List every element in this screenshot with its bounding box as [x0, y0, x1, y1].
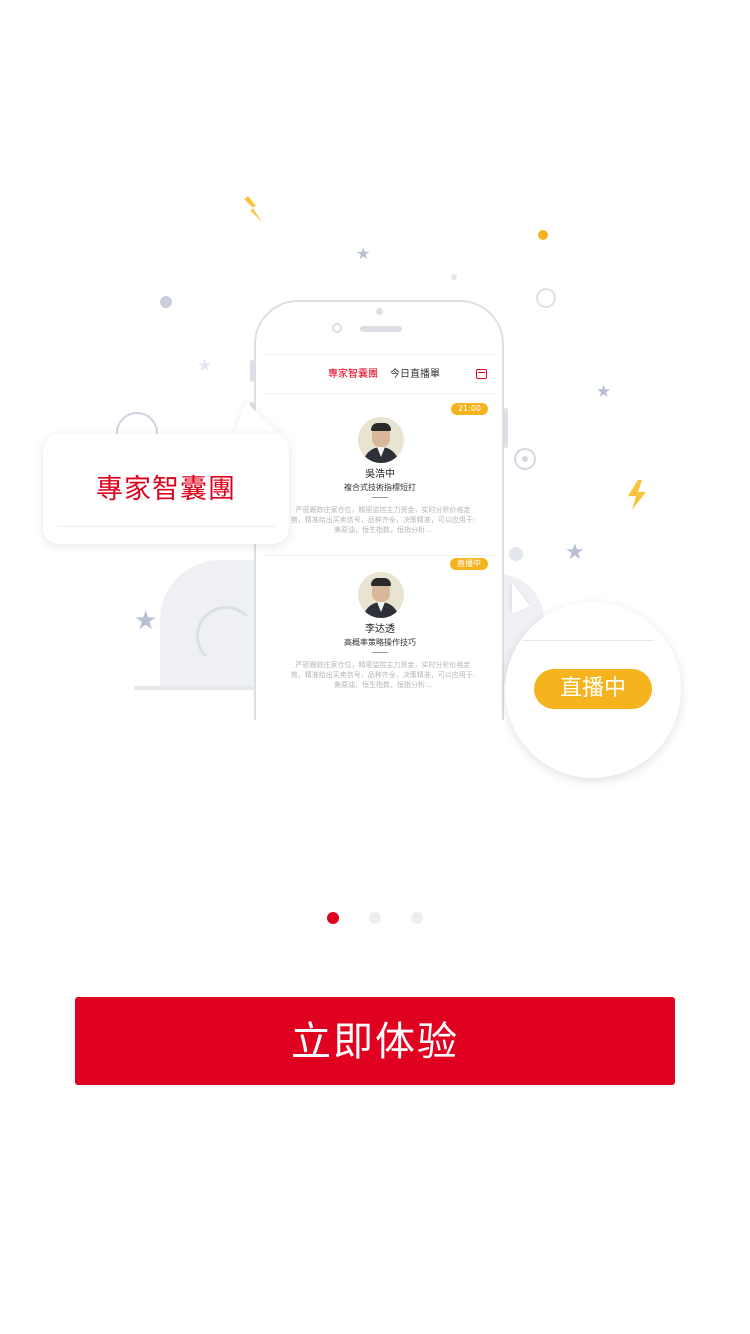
expert-title: 複合式技術指標短打 [344, 483, 416, 492]
speech-bubble-tail [512, 582, 530, 614]
phone-side-button [504, 408, 508, 448]
expert-title: 高概率策略操作技巧 [344, 638, 416, 647]
decor-target-center [522, 456, 528, 462]
expert-name: 吳浩中 [365, 469, 395, 480]
decor-dot [538, 230, 548, 240]
live-status-pill: 直播中 [534, 669, 652, 709]
expert-description: 严密跟踪庄家仓位，精密监控主力资金，实时分析价格走势，精准给出买卖信号，品种齐全… [290, 661, 476, 689]
decor-dot [160, 296, 172, 308]
speech-bubble-experts: 專家智囊團 [43, 434, 289, 544]
star-icon: ★ [197, 356, 213, 376]
star-icon: ★ [134, 606, 158, 636]
expert-name: 李达透 [365, 624, 395, 635]
tab-experts: 專家智囊團 [328, 369, 378, 380]
phone-mockup: 專家智囊團 今日直播單 21:00 吳浩中 複合式技術指標短打 严密跟踪庄家仓位… [254, 300, 504, 720]
try-now-button[interactable]: 立即体验 [75, 997, 675, 1085]
bubble-label-experts: 專家智囊團 [96, 474, 236, 505]
star-icon: ★ [356, 244, 371, 263]
page-indicator-dot[interactable] [327, 912, 339, 924]
lightning-icon [244, 196, 264, 222]
divider [57, 526, 275, 527]
page-indicator-dot[interactable] [369, 912, 381, 924]
expert-card: 21:00 吳浩中 複合式技術指標短打 严密跟踪庄家仓位，精密监控主力资金，实时… [264, 403, 496, 558]
divider [372, 652, 388, 653]
phone-camera [332, 323, 342, 333]
divider [264, 555, 496, 556]
star-icon: ★ [565, 540, 585, 565]
decor-dot [451, 274, 457, 280]
divider [372, 497, 388, 498]
page-indicator-dot[interactable] [411, 912, 423, 924]
phone-speaker [360, 326, 402, 332]
star-icon: ★ [596, 382, 612, 402]
decor-circle [536, 288, 556, 308]
divider [522, 640, 654, 641]
time-badge: 21:00 [450, 403, 488, 415]
cloud-outline [196, 606, 256, 666]
phone-sensor [376, 308, 383, 315]
decor-dot [509, 547, 523, 561]
tab-today-live: 今日直播單 [390, 369, 440, 380]
speech-bubble-tail [232, 402, 284, 438]
lightning-icon [626, 480, 648, 510]
phone-screen: 專家智囊團 今日直播單 21:00 吳浩中 複合式技術指標短打 严密跟踪庄家仓位… [264, 354, 496, 695]
expert-description: 严密跟踪庄家仓位，精密监控主力资金，实时分析价格走势，精准给出买卖信号，品种齐全… [290, 506, 476, 534]
avatar [358, 417, 404, 463]
live-badge: 直播中 [450, 558, 488, 570]
expert-card: 直播中 李达透 高概率策略操作技巧 严密跟踪庄家仓位，精密监控主力资金，实时分析… [264, 558, 496, 695]
calendar-icon [476, 369, 487, 379]
screen-tab-bar: 專家智囊團 今日直播單 [264, 355, 496, 394]
ground-line [134, 686, 254, 690]
avatar [358, 572, 404, 618]
